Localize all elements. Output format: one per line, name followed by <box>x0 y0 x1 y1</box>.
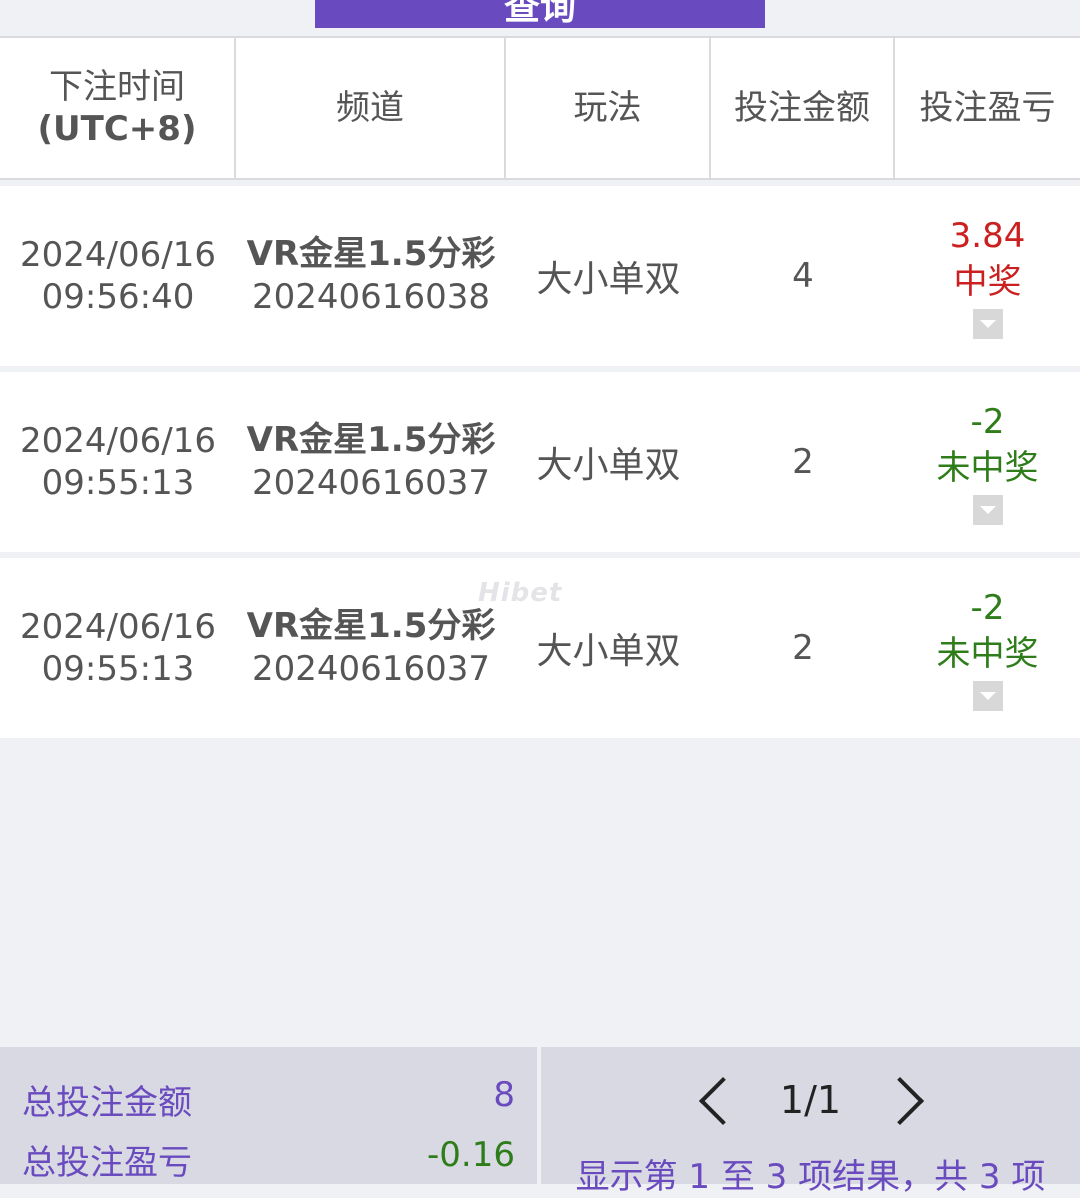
table-row: 2024/06/16 09:55:13 VR金星1.5分彩 2024061603… <box>0 372 1080 552</box>
bet-clock: 09:55:13 <box>41 649 195 689</box>
channel-issue: 20240616038 <box>252 277 490 317</box>
chevron-right-icon[interactable] <box>881 1075 931 1125</box>
bet-channel: VR金星1.5分彩 20240616037 <box>236 419 506 505</box>
profit-value: -2 <box>970 588 1005 628</box>
page-indicator: 1/1 <box>779 1078 842 1122</box>
bet-date: 2024/06/16 <box>20 235 216 275</box>
bet-play: 大小单双 <box>536 445 681 486</box>
bet-amount: 2 <box>792 442 814 482</box>
bet-amount: 4 <box>792 256 814 296</box>
channel-name: VR金星1.5分彩 <box>246 606 496 646</box>
pagination-panel: 1/1 显示第 1 至 3 项结果，共 3 项 <box>541 1047 1080 1197</box>
header-timezone-label: (UTC+8) <box>37 109 197 149</box>
bet-channel: VR金星1.5分彩 20240616037 <box>236 605 506 691</box>
bet-profit: -2 未中奖 <box>895 585 1080 711</box>
bet-list: 2024/06/16 09:56:40 VR金星1.5分彩 2024061603… <box>0 186 1080 744</box>
profit-status: 未中奖 <box>936 448 1039 488</box>
channel-name: VR金星1.5分彩 <box>246 234 496 274</box>
query-button-label: 查询 <box>503 0 576 28</box>
header-profit: 投注盈亏 <box>919 88 1056 128</box>
pagination: 1/1 <box>541 1075 1080 1125</box>
total-profit-value: -0.16 <box>427 1135 515 1175</box>
query-button[interactable]: 查询 <box>315 0 765 28</box>
results-summary: 显示第 1 至 3 项结果，共 3 项 <box>575 1157 1046 1197</box>
header-play: 玩法 <box>506 38 711 178</box>
channel-name: VR金星1.5分彩 <box>246 420 496 460</box>
bet-clock: 09:55:13 <box>41 463 195 503</box>
total-profit-row: 总投注盈亏 -0.16 <box>22 1135 515 1184</box>
profit-status: 中奖 <box>953 262 1022 302</box>
total-amount-label: 总投注金额 <box>22 1083 192 1123</box>
bet-time: 2024/06/16 09:56:40 <box>0 234 236 318</box>
table-row: 2024/06/16 09:56:40 VR金星1.5分彩 2024061603… <box>0 186 1080 366</box>
bet-date: 2024/06/16 <box>20 607 216 647</box>
bet-time: 2024/06/16 09:55:13 <box>0 606 236 690</box>
bet-play: 大小单双 <box>536 259 681 300</box>
bet-date: 2024/06/16 <box>20 421 216 461</box>
total-amount-row: 总投注金额 8 <box>22 1075 515 1124</box>
watermark-logo: Hibet <box>478 578 563 608</box>
header-amount: 投注金额 <box>711 38 895 178</box>
expand-toggle-icon[interactable] <box>972 495 1003 525</box>
bet-time: 2024/06/16 09:55:13 <box>0 420 236 504</box>
profit-value: 3.84 <box>949 216 1026 256</box>
channel-issue: 20240616037 <box>252 463 490 503</box>
header-channel: 频道 <box>236 38 506 178</box>
bet-amount: 2 <box>792 628 814 668</box>
channel-issue: 20240616037 <box>252 649 490 689</box>
bet-channel: VR金星1.5分彩 20240616038 <box>236 233 506 319</box>
total-profit-label: 总投注盈亏 <box>22 1143 192 1183</box>
bet-play: 大小单双 <box>536 631 681 672</box>
table-header: 下注时间 (UTC+8) 频道 玩法 投注金额 投注盈亏 <box>0 36 1080 180</box>
chevron-left-icon[interactable] <box>690 1075 740 1125</box>
footer-bar: 总投注金额 8 总投注盈亏 -0.16 1/1 显示第 1 至 3 项结果，共 … <box>0 1047 1080 1197</box>
total-amount-value: 8 <box>493 1075 515 1115</box>
bet-clock: 09:56:40 <box>41 277 195 317</box>
bet-profit: -2 未中奖 <box>895 399 1080 525</box>
header-time: 下注时间 (UTC+8) <box>0 38 236 178</box>
header-time-label: 下注时间 <box>48 67 185 107</box>
bet-profit: 3.84 中奖 <box>895 213 1080 339</box>
profit-value: -2 <box>970 402 1005 442</box>
expand-toggle-icon[interactable] <box>972 309 1003 339</box>
profit-status: 未中奖 <box>936 634 1039 674</box>
expand-toggle-icon[interactable] <box>972 681 1003 711</box>
summary-panel: 总投注金额 8 总投注盈亏 -0.16 <box>0 1047 537 1184</box>
